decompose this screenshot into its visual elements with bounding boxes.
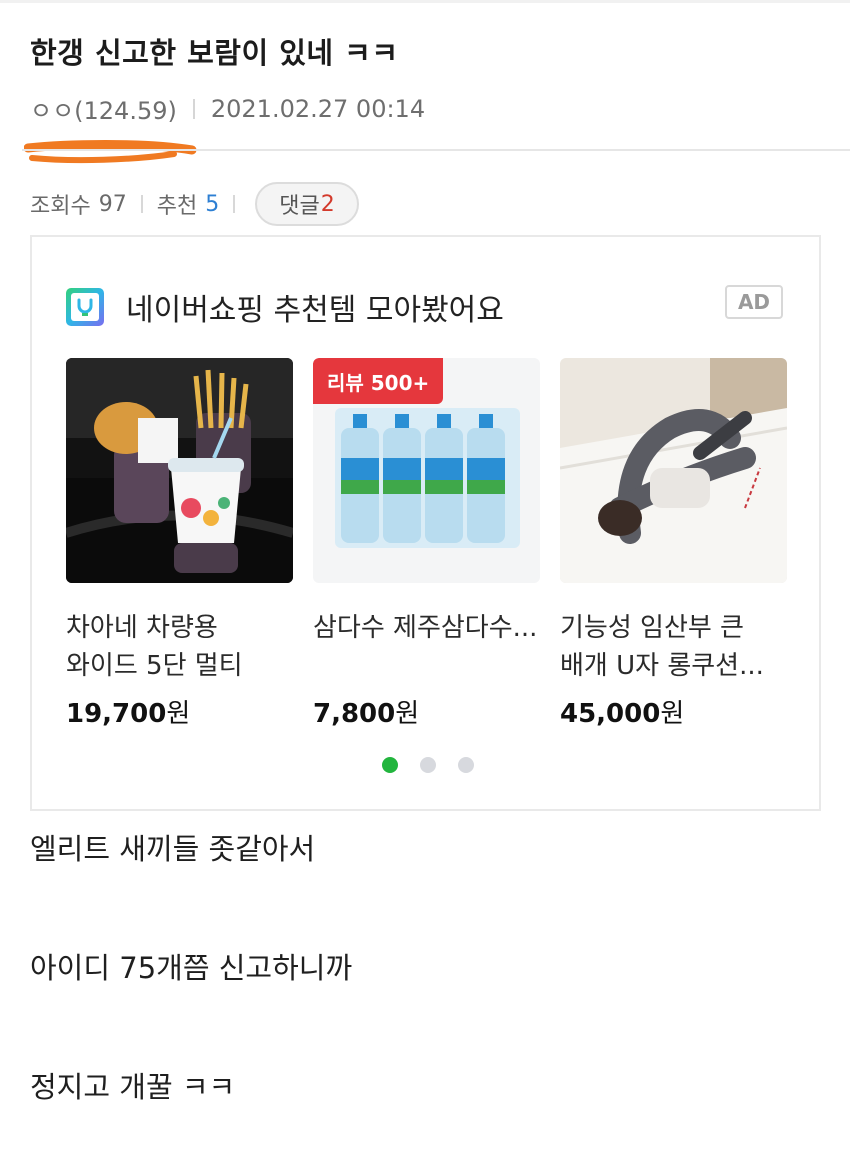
ad-header: 네이버쇼핑 추천템 모아봤어요	[66, 285, 504, 329]
meta-separator	[192, 98, 195, 119]
carousel-pagination	[382, 757, 496, 773]
product-image-cup-holder	[66, 358, 293, 583]
product-price: 19,700원	[66, 693, 293, 730]
views-label: 조회수	[30, 194, 91, 219]
post-title: 한갱 신고한 보람이 있네 ㅋㅋ	[30, 36, 399, 70]
stats-separator	[140, 195, 143, 213]
ad-title: 네이버쇼핑 추천템 모아봤어요	[126, 293, 504, 328]
views-count: 97	[98, 191, 127, 217]
product-name: 차아네 차량용 와이드 5단 멀티 테...	[66, 613, 243, 681]
review-count-badge: 리뷰 500+	[313, 358, 444, 404]
price-value: 19,700	[66, 699, 167, 729]
comments-count: 2	[320, 191, 335, 217]
shopping-ad-card: 네이버쇼핑 추천템 모아봤어요 AD 차아네 차량용 와이드 5단 멀티 19,…	[30, 235, 821, 811]
price-unit: 원	[166, 699, 191, 729]
price-unit: 원	[660, 699, 685, 729]
orange-highlight-mark	[24, 140, 197, 164]
product-image-water: 리뷰 500+	[313, 358, 540, 583]
likes-count: 5	[205, 191, 220, 217]
post-body-line: 엘리트 새끼들 좃같아서	[30, 832, 316, 866]
post-stats: 조회수 97 추천 5 댓글 2	[30, 182, 359, 226]
product-price: 7,800원	[313, 693, 540, 730]
post-body-line: 아이디 75개쯤 신고하니까	[30, 951, 353, 985]
product-card-body-pillow[interactable]: 기능성 임산부 큰 배개 U자 롱쿠션... 45,000원	[560, 358, 787, 730]
top-divider	[0, 0, 850, 3]
ad-badge[interactable]: AD	[725, 285, 783, 319]
carousel-dot-2[interactable]	[420, 757, 436, 773]
author-name[interactable]: ㅇㅇ(124.59)	[30, 91, 177, 126]
carousel-dot-1[interactable]	[382, 757, 398, 773]
likes-label: 추천	[156, 194, 198, 219]
product-image-body-pillow	[560, 358, 787, 583]
product-name: 기능성 임산부 큰 배개 U자 롱쿠션...	[560, 613, 764, 681]
comments-button[interactable]: 댓글 2	[255, 182, 359, 226]
price-value: 7,800	[313, 699, 396, 729]
price-value: 45,000	[560, 699, 661, 729]
post-meta: ㅇㅇ(124.59) 2021.02.27 00:14	[30, 91, 425, 126]
price-unit: 원	[395, 699, 420, 729]
naver-shopping-bag-icon	[66, 288, 104, 326]
product-card-water[interactable]: 리뷰 500+ 삼다수 제주삼다수... 7,800원	[313, 358, 540, 730]
post-datetime: 2021.02.27 00:14	[210, 94, 426, 123]
product-price: 45,000원	[560, 693, 787, 730]
comments-label: 댓글	[279, 194, 320, 219]
post-body-line: 정지고 개꿀 ㅋㅋ	[30, 1070, 236, 1104]
product-name: 삼다수 제주삼다수...	[313, 613, 538, 643]
carousel-dot-3[interactable]	[458, 757, 474, 773]
product-card-cup-holder[interactable]: 차아네 차량용 와이드 5단 멀티 테... 19,700원	[66, 358, 293, 730]
stats-separator	[233, 195, 236, 213]
header-divider	[22, 149, 850, 151]
